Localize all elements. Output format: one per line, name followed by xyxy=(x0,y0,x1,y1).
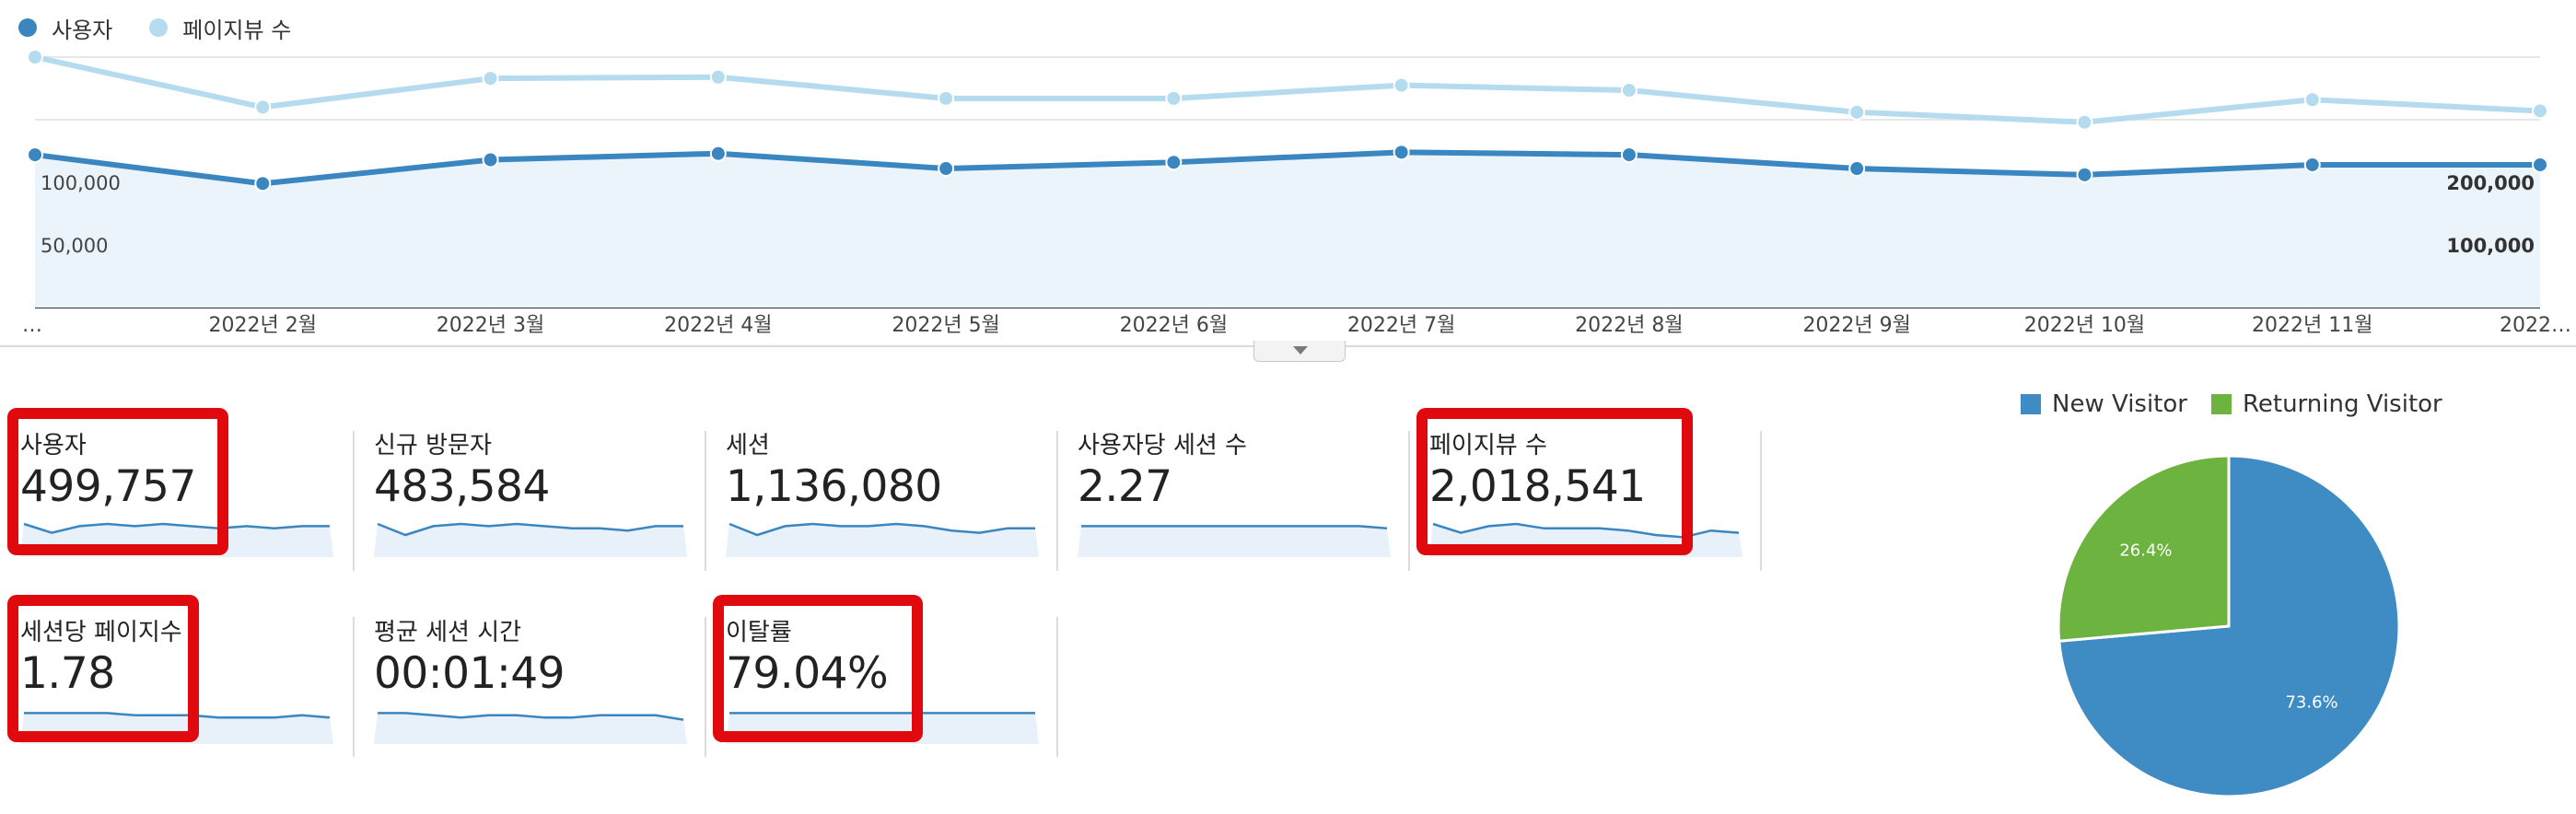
pie-legend-label-returning: Returning Visitor xyxy=(2242,390,2442,418)
data-point xyxy=(482,70,499,87)
data-point xyxy=(938,89,955,107)
data-point xyxy=(709,145,727,162)
metric-value: 483,584 xyxy=(374,461,550,512)
x-tick-label: 2022년 9월 xyxy=(1802,314,1910,337)
metric-value: 00:01:49 xyxy=(374,648,565,699)
legend-item-pageviews[interactable]: 페이지뷰 수 xyxy=(149,12,291,44)
metric-tile[interactable]: 사용자당 세션 수 2.27 xyxy=(1078,419,1415,571)
data-point xyxy=(254,99,272,116)
highlight-box xyxy=(713,595,923,742)
left-axis-tick-label: 100,000 xyxy=(41,172,121,194)
data-point xyxy=(1165,154,1183,171)
metric-sparkline xyxy=(374,522,687,557)
metric-label: 신규 방문자 xyxy=(374,432,492,459)
x-tick-label: 2022년 2월 xyxy=(209,314,317,337)
series-line xyxy=(34,54,2541,125)
data-point xyxy=(709,68,727,86)
x-tick-label: … xyxy=(22,314,42,337)
data-point xyxy=(1620,82,1638,99)
right-axis-tick-label: 200,000 xyxy=(2446,172,2535,194)
x-tick-label: 2022년 5월 xyxy=(892,314,999,337)
metric-sparkline xyxy=(1078,525,1391,557)
metric-sparkline xyxy=(374,712,687,744)
sparkline-area xyxy=(374,713,687,744)
pie-chart: 73.6% 26.4% xyxy=(2057,454,2401,798)
metric-tile[interactable]: 세션 1,136,080 xyxy=(726,419,1063,571)
data-point xyxy=(1848,103,1866,121)
metric-tile[interactable]: 신규 방문자 483,584 xyxy=(374,419,711,571)
data-point xyxy=(938,160,955,178)
highlight-box xyxy=(7,595,199,742)
metric-value: 1,136,080 xyxy=(726,461,942,512)
x-tick-label: 2022… xyxy=(2500,314,2571,337)
data-point xyxy=(1165,89,1183,107)
legend-label-users: 사용자 xyxy=(52,17,113,43)
x-tick-label: 2022년 6월 xyxy=(1120,314,1228,337)
metric-label: 사용자당 세션 수 xyxy=(1078,432,1247,459)
pie-legend-returning-visitor[interactable]: Returning Visitor xyxy=(2210,390,2442,418)
data-point xyxy=(2303,91,2321,109)
right-axis-tick-label: 100,000 xyxy=(2446,235,2535,257)
sparkline-area xyxy=(1078,526,1391,557)
legend-label-pageviews: 페이지뷰 수 xyxy=(182,17,292,43)
data-point xyxy=(2076,113,2093,131)
left-axis-tick-label: 50,000 xyxy=(41,235,108,257)
pie-slice-label: 26.4% xyxy=(2119,541,2172,561)
x-tick-label: 2022년 11월 xyxy=(2252,314,2372,337)
new-visitor-swatch-icon xyxy=(2021,394,2041,414)
metric-value: 2.27 xyxy=(1078,461,1172,512)
pie-slice-label: 73.6% xyxy=(2285,692,2337,712)
metric-label: 세션 xyxy=(726,432,770,459)
highlight-box xyxy=(1416,408,1693,555)
users-area-fill xyxy=(35,152,2540,308)
data-point xyxy=(1620,146,1638,164)
data-point xyxy=(2076,166,2093,183)
data-point xyxy=(2303,156,2321,173)
x-tick-label: 2022년 10월 xyxy=(2024,314,2145,337)
pie-legend: New Visitor Returning Visitor xyxy=(2021,390,2442,418)
data-point xyxy=(482,151,499,169)
data-point xyxy=(254,175,272,192)
metric-tile[interactable]: 평균 세션 시간 00:01:49 xyxy=(374,606,711,758)
x-tick-label: 2022년 4월 xyxy=(664,314,772,337)
pie-legend-new-visitor[interactable]: New Visitor xyxy=(2021,390,2187,418)
metric-sparkline xyxy=(726,522,1039,557)
chart-legend: 사용자 페이지뷰 수 xyxy=(18,9,291,46)
pie-legend-label-new: New Visitor xyxy=(2052,390,2187,418)
x-tick-label: 2022년 3월 xyxy=(437,314,544,337)
data-point xyxy=(1393,76,1410,94)
data-point xyxy=(1393,144,1410,161)
line-chart: 100,000 50,000 200,000 100,000 … 2022년 2월 2022… xyxy=(0,49,2576,347)
returning-visitor-swatch-icon xyxy=(2210,394,2232,414)
metric-label: 평균 세션 시간 xyxy=(374,619,522,646)
data-point xyxy=(1848,160,1866,178)
pageviews-series-dot-icon xyxy=(149,18,169,37)
legend-item-users[interactable]: 사용자 xyxy=(18,12,112,44)
users-series-dot-icon xyxy=(18,18,37,37)
data-point xyxy=(27,146,43,164)
data-point xyxy=(2532,156,2548,173)
x-tick-label: 2022년 8월 xyxy=(1575,314,1683,337)
x-tick-label: 2022년 7월 xyxy=(1347,314,1455,337)
highlight-box xyxy=(7,408,228,555)
data-point xyxy=(2532,102,2548,120)
data-point xyxy=(27,49,43,65)
chart-collapse-toggle[interactable] xyxy=(1253,341,1346,362)
